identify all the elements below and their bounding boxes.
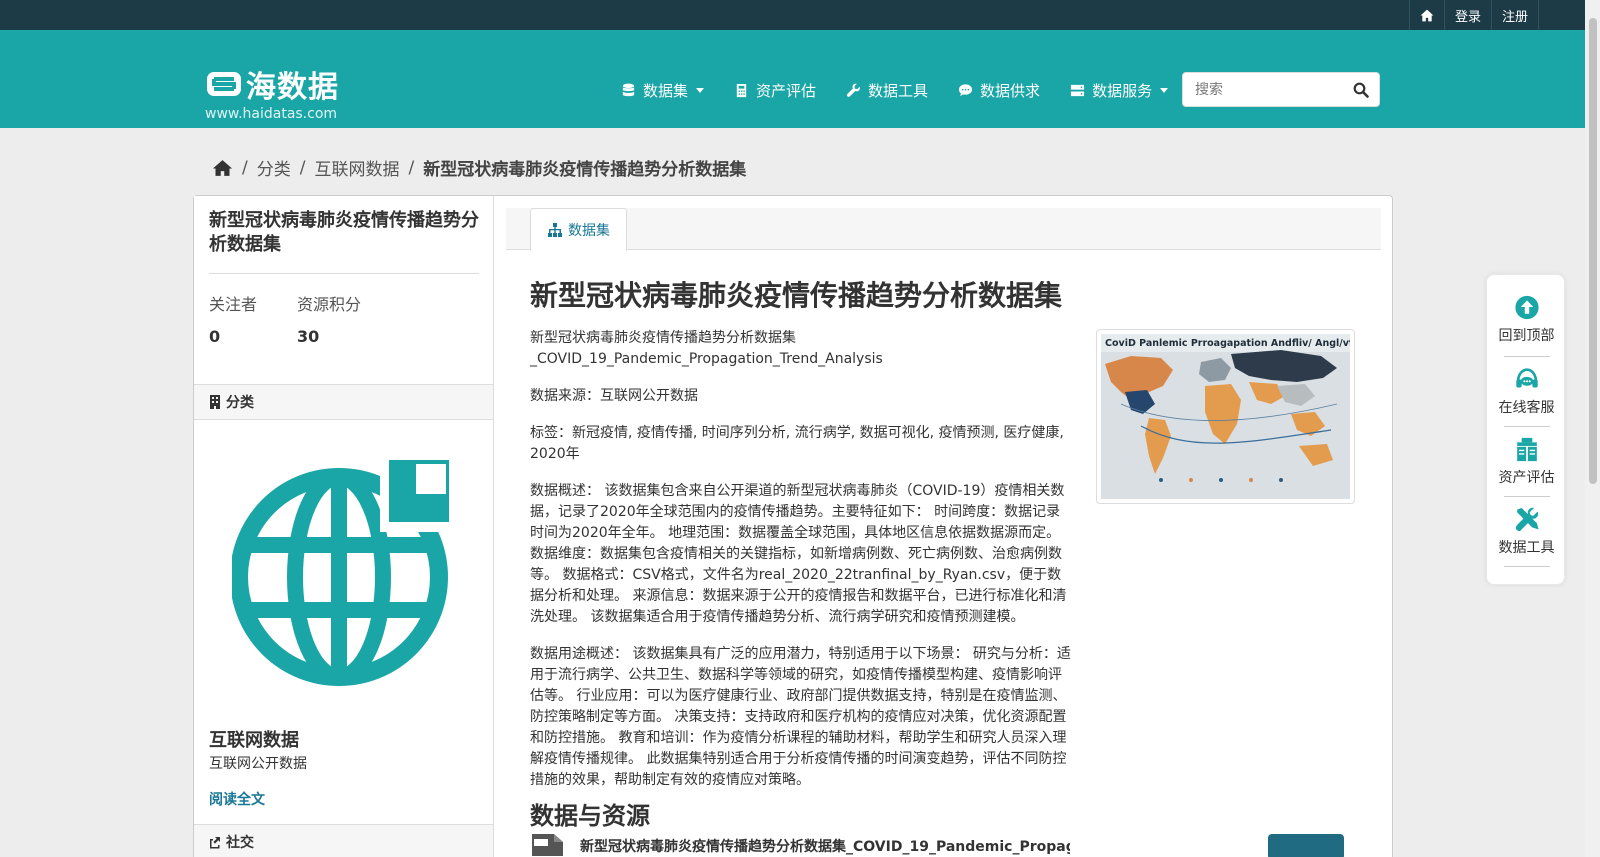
followers-stat: 关注者 0 bbox=[209, 291, 257, 346]
notes-paragraph: 新型冠状病毒肺炎疫情传播趋势分析数据集_COVID_19_Pandemic_Pr… bbox=[530, 330, 883, 367]
points-label: 资源积分 bbox=[297, 295, 362, 314]
clipboard-icon bbox=[1516, 437, 1537, 462]
resources-heading: 数据与资源 bbox=[530, 802, 650, 830]
masthead: 海数据 www.haidatas.com 数据集 资产评估 数据工具 数据供求 … bbox=[0, 30, 1585, 128]
register-link[interactable]: 注册 bbox=[1490, 0, 1539, 30]
nav-asset-eval[interactable]: 资产评估 bbox=[734, 80, 816, 101]
category-heading-label: 分类 bbox=[226, 395, 254, 411]
notes-paragraph: 数据来源：互联网公开数据 bbox=[530, 388, 698, 404]
world-map-image: CoviD Panlemic Prroagapation Andfliv/ An… bbox=[1101, 334, 1350, 499]
notes-paragraph: 数据概述： 该数据集包含来自公开渠道的新型冠状病毒肺炎（COVID-19）疫情相… bbox=[530, 483, 1067, 625]
tools-icon bbox=[1515, 507, 1539, 531]
home-link[interactable] bbox=[1408, 0, 1444, 30]
tab-dataset[interactable]: 数据集 bbox=[530, 208, 627, 251]
wrench-icon bbox=[846, 83, 860, 97]
site-url: www.haidatas.com bbox=[205, 106, 338, 122]
content-wrapper: 新型冠状病毒肺炎疫情传播趋势分析数据集 关注者 0 资源积分 30 分类 互联网… bbox=[193, 195, 1393, 857]
building-icon bbox=[210, 395, 220, 409]
account-links: 登录 注册 bbox=[1408, 0, 1539, 30]
resource-explore-button[interactable] bbox=[1268, 834, 1344, 857]
sidebar: 新型冠状病毒肺炎疫情传播趋势分析数据集 关注者 0 资源积分 30 分类 互联网… bbox=[194, 196, 494, 857]
share-icon bbox=[210, 837, 220, 849]
breadcrumb: / 分类 / 互联网数据 / 新型冠状病毒肺炎疫情传播趋势分析数据集 bbox=[212, 155, 746, 180]
breadcrumb-category[interactable]: 分类 bbox=[257, 155, 291, 180]
followers-count: 0 bbox=[209, 327, 221, 346]
data-tools-label: 数据工具 bbox=[1498, 540, 1555, 556]
nav-asset-eval-label: 资产评估 bbox=[756, 82, 817, 100]
read-more-link[interactable]: 阅读全文 bbox=[209, 789, 265, 809]
dataset-sidebar-title: 新型冠状病毒肺炎疫情传播趋势分析数据集 bbox=[209, 210, 479, 255]
sitemap-icon bbox=[548, 222, 562, 237]
breadcrumb-separator: / bbox=[299, 157, 306, 178]
notes-paragraph: 数据用途概述： 该数据集具有广泛的应用潜力，特别适用于以下场景： 研究与分析：适… bbox=[530, 646, 1071, 788]
data-tools-button[interactable]: 数据工具 bbox=[1487, 487, 1566, 557]
organization-name: 互联网数据 bbox=[209, 730, 299, 751]
zip-file-icon bbox=[532, 834, 563, 856]
calculator-icon bbox=[736, 83, 747, 98]
vertical-scrollbar[interactable] bbox=[1585, 0, 1600, 857]
globe-icon[interactable] bbox=[232, 460, 458, 686]
world-map-icon bbox=[1101, 334, 1350, 499]
nav-data-tools-label: 数据工具 bbox=[868, 82, 929, 100]
home-icon[interactable] bbox=[212, 159, 233, 177]
nav-data-services-label: 数据服务 bbox=[1092, 82, 1153, 100]
chevron-down-icon bbox=[696, 88, 705, 93]
breadcrumb-current[interactable]: 新型冠状病毒肺炎疫情传播趋势分析数据集 bbox=[423, 155, 746, 180]
dataset-thumbnail[interactable]: CoviD Panlemic Prroagapation Andfliv/ An… bbox=[1096, 329, 1355, 504]
comment-icon bbox=[958, 84, 973, 97]
search-icon[interactable] bbox=[1353, 82, 1369, 98]
social-module-heading: 社交 bbox=[194, 824, 493, 857]
online-service-label: 在线客服 bbox=[1498, 400, 1555, 416]
logo-text: 海数据 bbox=[246, 70, 339, 105]
floating-toolbox: 回到顶部 在线客服 资产评估 数据工具 bbox=[1486, 274, 1565, 585]
points-stat: 资源积分 30 bbox=[297, 291, 361, 346]
breadcrumb-separator: / bbox=[408, 157, 415, 178]
resource-title[interactable]: 新型冠状病毒肺炎疫情传播趋势分析数据集_COVID_19_Pandemic_Pr… bbox=[580, 836, 1070, 856]
back-to-top-button[interactable]: 回到顶部 bbox=[1487, 275, 1566, 345]
nav-datasets-label: 数据集 bbox=[643, 82, 689, 100]
content-tabs: 数据集 bbox=[506, 208, 1381, 251]
tab-dataset-label: 数据集 bbox=[568, 222, 610, 239]
dataset-notes: 新型冠状病毒肺炎疫情传播趋势分析数据集_COVID_19_Pandemic_Pr… bbox=[530, 328, 1071, 807]
headset-icon bbox=[1515, 368, 1538, 388]
scrollbar-thumb[interactable] bbox=[1589, 18, 1597, 484]
asset-eval-label: 资产评估 bbox=[1498, 470, 1555, 486]
breadcrumb-organization[interactable]: 互联网数据 bbox=[314, 155, 399, 180]
category-module-heading: 分类 bbox=[194, 384, 493, 420]
top-account-bar: 登录 注册 bbox=[0, 0, 1585, 30]
nav-data-supply[interactable]: 数据供求 bbox=[958, 80, 1040, 101]
search-input[interactable] bbox=[1183, 73, 1343, 106]
divider bbox=[1504, 566, 1550, 567]
nav-data-supply-label: 数据供求 bbox=[980, 82, 1041, 100]
home-icon bbox=[1420, 9, 1434, 21]
nav-data-tools[interactable]: 数据工具 bbox=[846, 80, 928, 101]
main-nav: 数据集 资产评估 数据工具 数据供求 数据服务 bbox=[621, 80, 1198, 101]
dataset-title: 新型冠状病毒肺炎疫情传播趋势分析数据集 bbox=[530, 279, 1063, 312]
followers-label: 关注者 bbox=[209, 295, 258, 314]
divider bbox=[209, 273, 479, 274]
organization-description: 互联网公开数据 bbox=[209, 756, 307, 772]
thumbnail-caption: CoviD Panlemic Prroagapation Andfliv/ An… bbox=[1105, 338, 1350, 349]
main-content: 数据集 新型冠状病毒肺炎疫情传播趋势分析数据集 新型冠状病毒肺炎疫情传播趋势分析… bbox=[494, 196, 1392, 857]
social-heading-label: 社交 bbox=[226, 835, 254, 851]
server-icon bbox=[1071, 84, 1085, 97]
logo-mark-icon bbox=[207, 72, 241, 96]
arrow-up-circle-icon bbox=[1514, 295, 1539, 320]
nav-datasets[interactable]: 数据集 bbox=[621, 80, 705, 101]
chevron-down-icon bbox=[1160, 88, 1169, 93]
asset-eval-button[interactable]: 资产评估 bbox=[1487, 417, 1566, 487]
breadcrumb-separator: / bbox=[242, 157, 248, 178]
back-to-top-label: 回到顶部 bbox=[1498, 328, 1555, 344]
login-link[interactable]: 登录 bbox=[1443, 0, 1491, 30]
resource-item[interactable]: 新型冠状病毒肺炎疫情传播趋势分析数据集_COVID_19_Pandemic_Pr… bbox=[530, 834, 1350, 857]
points-count: 30 bbox=[297, 327, 320, 346]
online-service-button[interactable]: 在线客服 bbox=[1487, 347, 1566, 417]
nav-data-services[interactable]: 数据服务 bbox=[1070, 80, 1169, 101]
notes-paragraph: 标签：新冠疫情, 疫情传播, 时间序列分析, 流行病学, 数据可视化, 疫情预测… bbox=[530, 425, 1064, 462]
database-icon bbox=[622, 83, 635, 97]
site-logo[interactable]: 海数据 bbox=[206, 62, 339, 106]
search-box bbox=[1182, 72, 1380, 107]
